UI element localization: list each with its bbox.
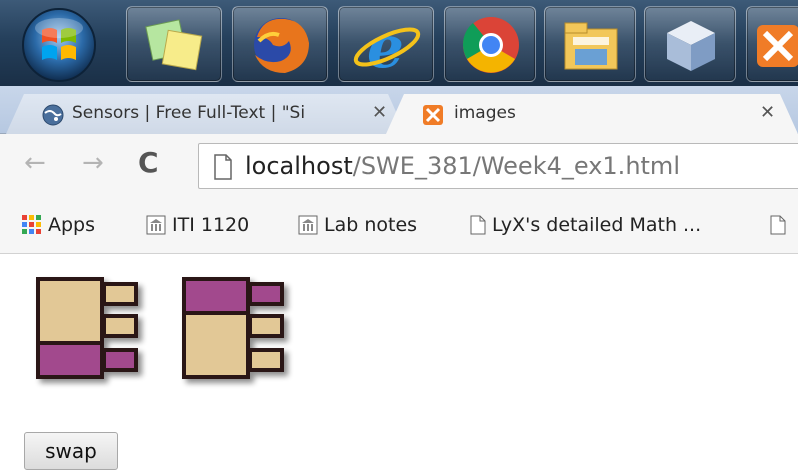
- cube-app-icon: [667, 21, 715, 71]
- reload-icon[interactable]: C: [138, 146, 159, 179]
- page-icon: [770, 215, 786, 235]
- block-image-2: [182, 277, 284, 379]
- page-icon: [470, 215, 486, 235]
- bookmark-apps[interactable]: Apps: [22, 214, 95, 236]
- block-image-1: [36, 277, 138, 379]
- url-host: localhost: [245, 152, 353, 180]
- page-icon: [214, 154, 232, 180]
- taskbar-xampp-button[interactable]: [746, 6, 798, 82]
- back-arrow-icon[interactable]: ←: [24, 148, 46, 178]
- internet-explorer-icon: e: [353, 13, 421, 81]
- browser-toolbar: ← → C localhost/SWE_381/Week4_ex1.html: [0, 134, 798, 198]
- bookmark-apps-label: Apps: [48, 214, 96, 236]
- forward-arrow-icon[interactable]: →: [82, 148, 104, 178]
- tab-sensors-title: Sensors | Free Full-Text | "Si: [72, 103, 306, 123]
- tab-images[interactable]: images ✕: [386, 94, 798, 134]
- bookmark-overflow-page[interactable]: [770, 214, 792, 236]
- bookmarks-bar: Apps ITI 1120 Lab notes LyX's detailed M…: [0, 198, 798, 254]
- taskbar-chrome-button[interactable]: [444, 6, 536, 82]
- university-icon: [298, 215, 318, 235]
- taskbar-explorer-button[interactable]: [544, 6, 636, 82]
- bookmark-lyx-math-label: LyX's detailed Math ...: [492, 214, 702, 236]
- university-icon: [146, 215, 166, 235]
- taskbar-firefox-button[interactable]: [232, 6, 328, 82]
- tab-strip: Sensors | Free Full-Text | "Si ✕ images …: [0, 86, 798, 134]
- bookmark-lab-notes-label: Lab notes: [324, 214, 418, 236]
- tab-sensors-close-icon[interactable]: ✕: [372, 102, 387, 123]
- tab-images-title: images: [454, 103, 516, 123]
- tab-images-close-icon[interactable]: ✕: [760, 102, 775, 123]
- svg-text:e: e: [367, 13, 404, 81]
- windows-start-button[interactable]: [14, 6, 104, 84]
- address-bar[interactable]: localhost/SWE_381/Week4_ex1.html: [198, 143, 798, 189]
- sticky-notes-icon: [145, 19, 203, 71]
- url-text: localhost/SWE_381/Week4_ex1.html: [245, 152, 680, 180]
- bookmark-lyx-math[interactable]: LyX's detailed Math ...: [470, 214, 701, 236]
- chrome-icon: [462, 17, 519, 73]
- bookmark-iti1120[interactable]: ITI 1120: [146, 214, 249, 236]
- apps-grid-icon: [22, 215, 41, 234]
- file-explorer-icon: [564, 22, 618, 70]
- taskbar: e: [0, 0, 798, 86]
- tab-sensors[interactable]: Sensors | Free Full-Text | "Si ✕: [6, 94, 406, 134]
- globe-icon: [42, 104, 64, 126]
- xampp-icon: [757, 25, 798, 67]
- url-path: /SWE_381/Week4_ex1.html: [352, 152, 680, 180]
- firefox-icon: [254, 18, 309, 73]
- taskbar-cube-app-button[interactable]: [644, 6, 736, 82]
- xampp-icon: [422, 104, 444, 126]
- bookmark-lab-notes[interactable]: Lab notes: [298, 214, 417, 236]
- taskbar-ie-button[interactable]: e: [338, 6, 434, 82]
- bookmark-iti1120-label: ITI 1120: [172, 214, 250, 236]
- windows-start-icon: [22, 8, 96, 82]
- swap-button[interactable]: swap: [24, 432, 118, 470]
- taskbar-sticky-notes-button[interactable]: [126, 6, 222, 82]
